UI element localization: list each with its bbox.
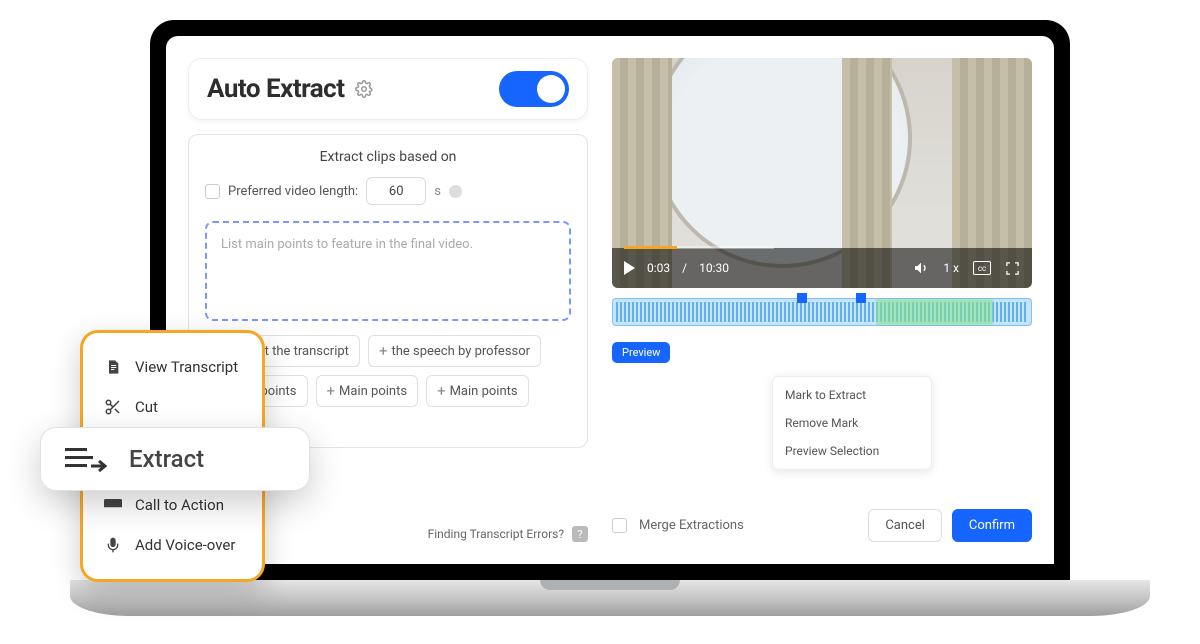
suggestion-chip[interactable]: +Main points [426,375,529,407]
preferred-length-unit: s [434,184,441,199]
tool-cut[interactable]: Cut [83,387,262,427]
auto-extract-title: Auto Extract [207,74,345,104]
tool-extract-highlight[interactable]: Extract [40,427,310,491]
auto-extract-toggle[interactable] [499,71,569,107]
video-progress-fill [624,246,677,249]
tool-label: View Transcript [135,358,238,376]
prompt-textarea[interactable]: List main points to feature in the final… [205,221,571,321]
timeline-handle[interactable] [797,293,807,303]
merge-extractions-checkbox[interactable] [612,518,627,533]
timeline[interactable] [612,298,1032,332]
tool-call-to-action[interactable]: Call to Action [83,485,262,525]
tool-voice-over[interactable]: Add Voice-over [83,525,262,565]
playback-speed[interactable]: 1 x [943,261,959,275]
marked-region[interactable] [876,299,993,325]
preferred-length-input[interactable] [366,177,426,205]
laptop-frame: Auto Extract Extract clips based on Pref… [150,20,1070,580]
preferred-length-row: Preferred video length: s [205,177,571,205]
document-icon [103,358,123,376]
timeline-context-menu: Mark to Extract Remove Mark Preview Sele… [772,376,932,470]
video-total-time: 10:30 [699,261,729,275]
plus-icon: + [437,382,446,400]
cc-icon[interactable]: cc [973,261,991,275]
plus-icon: + [327,382,336,400]
laptop-notch [540,580,680,590]
video-controls: 0:03 / 10:30 1 x cc [612,248,1032,288]
volume-icon[interactable] [913,260,929,276]
play-icon[interactable] [624,261,635,275]
preferred-length-label: Preferred video length: [228,184,358,199]
waveform[interactable] [612,298,1032,326]
suggestion-chip[interactable]: +Main points [316,375,419,407]
context-remove-mark[interactable]: Remove Mark [773,409,931,437]
time-sep: / [682,261,687,275]
preview-button[interactable]: Preview [612,342,670,363]
gear-icon[interactable] [355,80,373,98]
preferred-length-checkbox[interactable] [205,184,220,199]
info-icon[interactable] [449,185,462,198]
tool-view-transcript[interactable]: View Transcript [83,347,262,387]
help-icon[interactable]: ? [572,526,588,542]
timeline-handle[interactable] [856,293,866,303]
video-current-time: 0:03 [647,261,670,275]
tool-label: Call to Action [135,496,224,514]
auto-extract-header: Auto Extract [188,58,588,120]
video-preview[interactable]: 0:03 / 10:30 1 x cc [612,58,1032,288]
right-footer: Merge Extractions Cancel Confirm [612,509,1032,542]
right-panel: 0:03 / 10:30 1 x cc [612,58,1032,542]
tool-label: Add Voice-over [135,536,235,554]
tool-label: Cut [135,398,158,416]
plus-icon: + [379,342,388,360]
merge-extractions-label: Merge Extractions [639,518,744,533]
extract-heading: Extract clips based on [205,149,571,165]
fullscreen-icon[interactable] [1005,261,1020,276]
video-progress-bar[interactable] [624,246,774,249]
extract-icon [65,444,109,474]
context-mark-to-extract[interactable]: Mark to Extract [773,381,931,409]
extract-label: Extract [129,445,204,473]
scissors-icon [103,398,123,416]
confirm-button[interactable]: Confirm [952,509,1032,542]
cancel-button[interactable]: Cancel [868,509,942,542]
transcript-errors-hint: Finding Transcript Errors? [428,527,564,541]
mic-icon [103,536,123,554]
suggestion-chip[interactable]: +the speech by professor [368,335,541,367]
cta-icon [103,498,123,512]
context-preview-selection[interactable]: Preview Selection [773,437,931,465]
